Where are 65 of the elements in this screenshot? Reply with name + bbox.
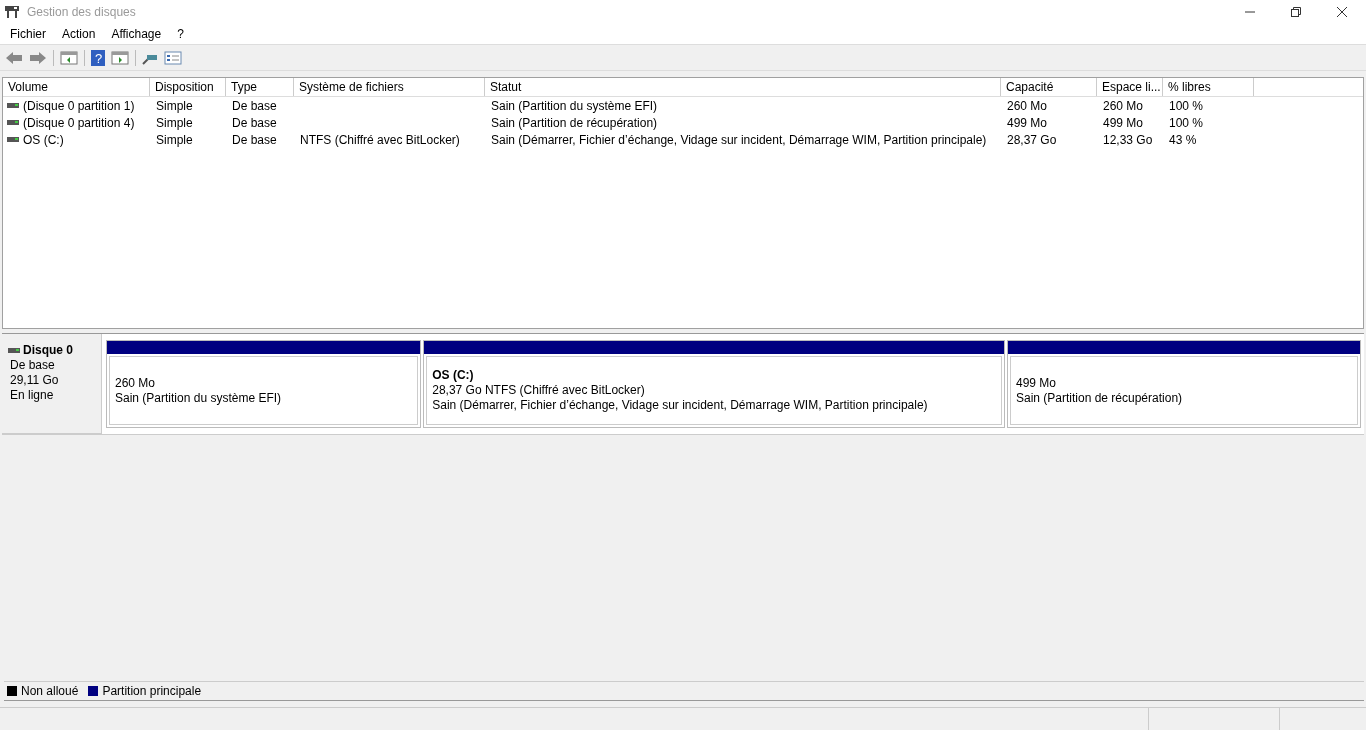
table-cell: 100 % [1169,115,1204,130]
table-cell: Sain (Partition de récupération) [491,115,658,130]
table-cell: (Disque 0 partition 1) [23,98,135,113]
help-icon[interactable]: ? [91,50,105,66]
drive-icon [7,103,19,108]
table-cell: OS (C:) [23,132,64,147]
partition-size: 28,37 Go NTFS (Chiffré avec BitLocker) [432,383,646,398]
drive-icon [7,137,19,142]
legend-label: Non alloué [21,684,79,698]
table-cell: 28,37 Go [1007,132,1057,147]
app-icon [4,5,20,19]
column-header[interactable]: Volume [3,78,150,96]
column-header[interactable]: % libres [1163,78,1254,96]
properties-icon[interactable] [164,51,182,65]
table-cell: 12,33 Go [1103,132,1153,147]
table-cell: De base [232,132,277,147]
table-cell: Simple [156,132,193,147]
partition-block[interactable]: 260 Mo Sain (Partition du système EFI) [106,340,422,428]
menu-item[interactable]: Action [62,27,96,41]
column-header[interactable]: Disposition [150,78,226,96]
forward-arrow-icon[interactable] [29,51,47,65]
table-cell: Sain (Partition du système EFI) [491,98,658,113]
partition-status: Sain (Partition de récupération) [1015,390,1184,406]
panel-icon[interactable] [111,51,129,65]
table-cell: De base [232,98,277,113]
column-header[interactable]: Système de fichiers [294,78,485,96]
partition-block[interactable]: OS (C:) 28,37 Go NTFS (Chiffré avec BitLocker) Sain (Démarrer, Fichier d’échange, Vidage sur incident, Démarrage WIM, Partition principale) [423,340,1005,428]
disk-type: De base [10,358,56,373]
close-icon[interactable] [1336,6,1348,18]
back-arrow-icon[interactable] [5,51,23,65]
table-cell: 100 % [1169,98,1204,113]
table-cell: Simple [156,115,193,130]
partition-name: OS (C:) [432,368,475,383]
window-title: Gestion des disques [27,5,136,19]
table-cell: 260 Mo [1007,98,1048,113]
column-header[interactable]: Type [226,78,294,96]
partition-size: 499 Mo [1015,375,1057,391]
legend-label: Partition principale [102,684,202,698]
menu-item[interactable]: Affichage [111,27,162,41]
drive-icon [8,348,20,353]
partition-size: 260 Mo [115,375,157,391]
column-header[interactable]: Espace li... [1097,78,1163,96]
table-cell: 260 Mo [1103,98,1144,113]
table-cell: Sain (Démarrer, Fichier d’échange, Vidage sur incident, Démarrage WIM, Partition principale) [491,132,987,147]
table-cell: De base [232,115,277,130]
column-header[interactable]: Capacité [1001,78,1097,96]
restore-icon[interactable] [1290,6,1302,18]
table-cell: 499 Mo [1007,115,1048,130]
partition-status: Sain (Démarrer, Fichier d’échange, Vidage sur incident, Démarrage WIM, Partition principale) [432,398,929,413]
table-cell: 43 % [1169,132,1197,147]
menu-item[interactable]: ? [177,27,184,41]
disk-name: Disque 0 [23,343,73,358]
menu-item[interactable]: Fichier [10,27,46,41]
drive-icon [7,120,19,125]
table-cell: NTFS (Chiffré avec BitLocker) [300,132,460,147]
table-cell: Simple [156,98,193,113]
disk-status: En ligne [10,388,55,403]
disk-info-panel[interactable]: Disque 0 De base 29,11 Go En ligne [2,334,102,434]
table-cell: (Disque 0 partition 4) [23,115,135,130]
column-header[interactable]: Statut [485,78,1001,96]
partition-block[interactable]: 499 Mo Sain (Partition de récupération) [1006,340,1361,428]
panel-icon[interactable] [60,51,78,65]
disk-size: 29,11 Go [10,373,60,388]
partition-status: Sain (Partition du système EFI) [115,390,283,406]
table-cell: 499 Mo [1103,115,1144,130]
